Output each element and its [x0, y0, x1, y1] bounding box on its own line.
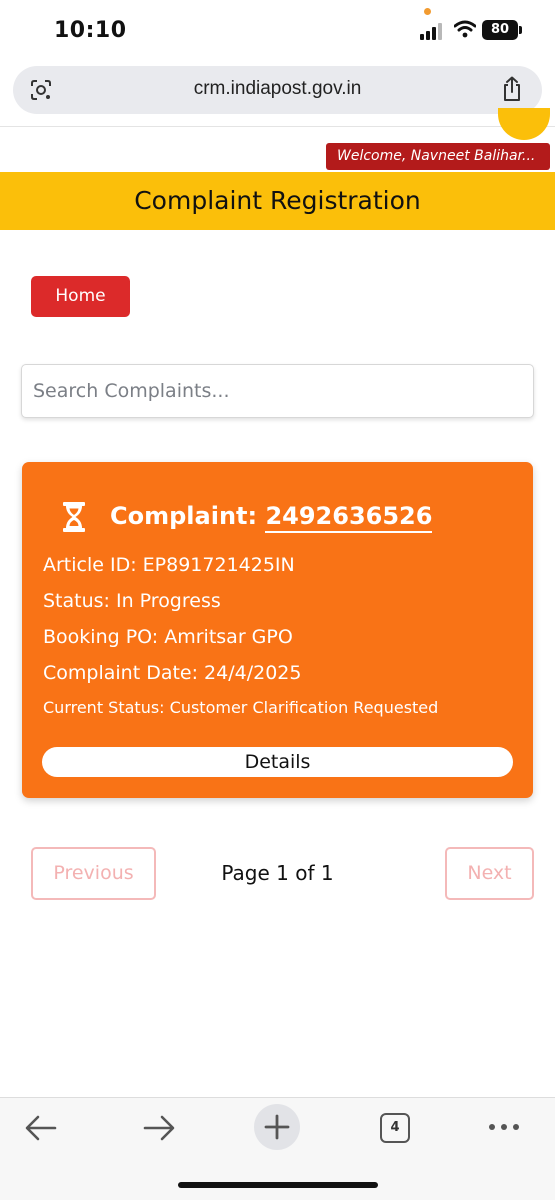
page-top-divider	[0, 126, 555, 127]
complaint-card: Complaint: 2492636526 Article ID: EP8917…	[22, 462, 533, 798]
article-id: Article ID: EP891721425IN	[43, 554, 295, 576]
complaint-date: Complaint Date: 24/4/2025	[43, 662, 302, 684]
welcome-banner: Welcome, Navneet Balihar...	[326, 143, 550, 170]
hourglass-icon	[63, 502, 85, 532]
privacy-indicator-dot	[424, 8, 431, 15]
page-title: Complaint Registration	[134, 186, 421, 215]
page-header: Complaint Registration	[0, 172, 555, 230]
search-input[interactable]	[21, 364, 534, 418]
user-menu-avatar[interactable]	[498, 108, 550, 140]
share-icon[interactable]	[500, 76, 524, 102]
complaint-title-prefix: Complaint:	[110, 502, 266, 530]
complaint-status: Status: In Progress	[43, 590, 221, 612]
forward-arrow-icon[interactable]	[142, 1114, 176, 1142]
home-indicator[interactable]	[178, 1182, 378, 1188]
wifi-icon	[454, 20, 476, 38]
status-time: 10:10	[54, 18, 127, 43]
cellular-signal-icon	[420, 22, 446, 40]
current-status: Current Status: Customer Clarification R…	[43, 698, 439, 717]
status-bar: 10:10 80	[0, 0, 555, 62]
details-button[interactable]: Details	[42, 747, 513, 777]
url-text[interactable]: crm.indiapost.gov.in	[13, 78, 542, 100]
next-button[interactable]: Next	[445, 847, 534, 900]
more-options-icon[interactable]	[488, 1122, 520, 1132]
battery-icon: 80	[482, 20, 522, 40]
tab-switcher-icon[interactable]: 4	[380, 1113, 410, 1143]
booking-po: Booking PO: Amritsar GPO	[43, 626, 293, 648]
address-bar[interactable]: crm.indiapost.gov.in	[13, 66, 542, 114]
home-button[interactable]: Home	[31, 276, 130, 317]
complaint-number-link[interactable]: 2492636526	[265, 502, 433, 533]
back-arrow-icon[interactable]	[24, 1114, 58, 1142]
complaint-title: Complaint: 2492636526	[110, 502, 433, 533]
new-tab-plus-icon[interactable]	[254, 1104, 300, 1150]
